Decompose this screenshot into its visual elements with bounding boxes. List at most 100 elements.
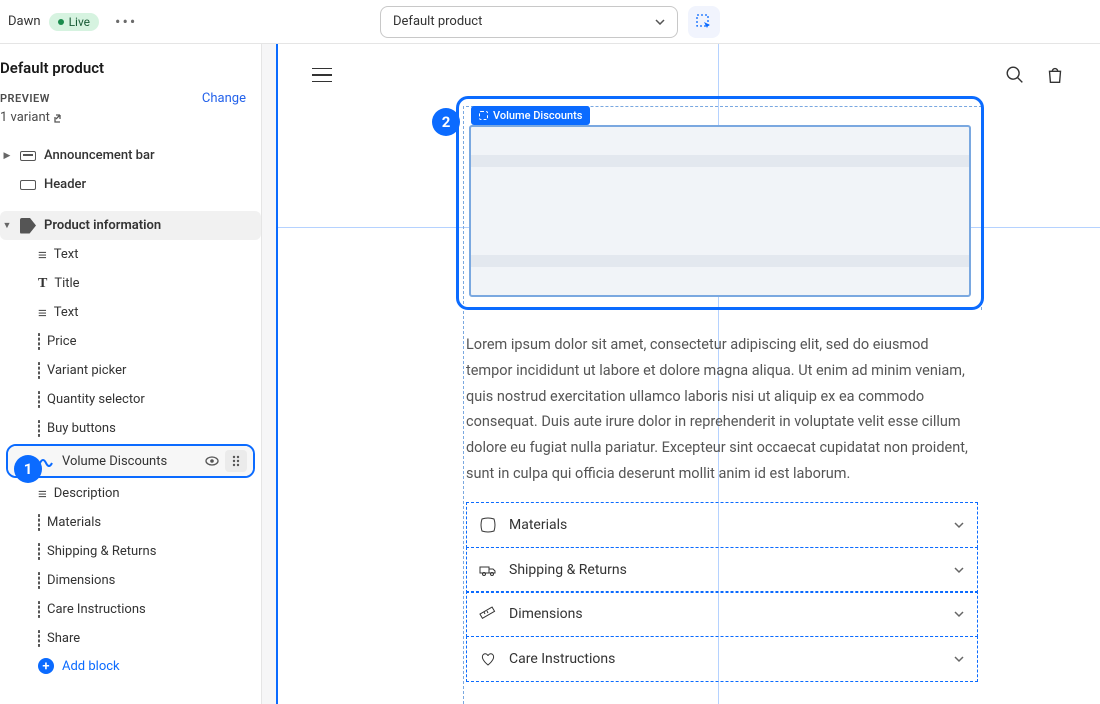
add-block-label: Add block <box>62 659 120 674</box>
block-description[interactable]: Description <box>0 479 261 508</box>
section-product-information[interactable]: ▼ Product information <box>0 211 261 240</box>
section-header[interactable]: Header <box>0 170 261 199</box>
page-title: Default product <box>0 59 246 77</box>
annotation-badge-2: 2 <box>432 108 460 136</box>
product-description: Lorem ipsum dolor sit amet, consectetur … <box>466 332 974 487</box>
topbar-center: Default product <box>380 6 720 38</box>
accordion-care[interactable]: Care Instructions <box>466 636 978 682</box>
app-block-icon <box>38 515 40 530</box>
accordion-label: Care Instructions <box>509 651 615 667</box>
inspector-button[interactable] <box>688 6 720 38</box>
announcement-icon <box>19 147 37 165</box>
block-text[interactable]: Text <box>0 240 261 269</box>
layout: Default product PREVIEW Change 1 variant… <box>0 44 1100 704</box>
more-menu-button[interactable]: ••• <box>107 8 145 35</box>
block-text[interactable]: Text <box>0 298 261 327</box>
app-block-icon <box>38 363 40 378</box>
section-announcement-bar[interactable]: ▶ Announcement bar <box>0 141 261 170</box>
truck-icon <box>479 561 497 579</box>
app-block-icon <box>38 421 40 436</box>
visibility-toggle-button[interactable] <box>201 450 223 472</box>
plus-circle-icon: + <box>38 658 54 674</box>
text-lines-icon <box>38 485 47 503</box>
block-quantity-selector[interactable]: Quantity selector <box>0 385 261 414</box>
block-care-instructions[interactable]: Care Instructions <box>0 595 261 624</box>
selection-label: Volume Discounts <box>493 109 582 122</box>
section-label: Announcement bar <box>44 148 155 163</box>
block-dimensions[interactable]: Dimensions <box>0 566 261 595</box>
block-materials[interactable]: Materials <box>0 508 261 537</box>
accordion-label: Materials <box>509 517 567 533</box>
preview-frame: Volume Discounts Lorem ipsum dolor sit a… <box>276 44 1100 704</box>
live-dot-icon <box>58 19 64 25</box>
sidebar: Default product PREVIEW Change 1 variant… <box>0 44 262 704</box>
title-t-icon: T <box>38 276 47 292</box>
topbar-left: Dawn Live ••• <box>8 8 145 35</box>
block-price[interactable]: Price <box>0 327 261 356</box>
search-icon[interactable] <box>1004 64 1026 86</box>
topbar: Dawn Live ••• Default product <box>0 0 1100 44</box>
block-label: Volume Discounts <box>62 454 167 469</box>
live-label: Live <box>69 15 90 29</box>
section-label: Header <box>44 177 86 192</box>
menu-button[interactable] <box>312 63 332 88</box>
accordion-label: Shipping & Returns <box>509 562 627 578</box>
theme-name: Dawn <box>8 14 41 29</box>
add-block-button[interactable]: + Add block <box>0 653 261 679</box>
accordion-label: Dimensions <box>509 606 583 622</box>
app-block-icon <box>38 544 40 559</box>
volume-discounts-selection-frame[interactable]: Volume Discounts <box>456 96 984 310</box>
template-select[interactable]: Default product <box>380 6 678 38</box>
block-buy-buttons[interactable]: Buy buttons <box>0 414 261 443</box>
collapsible-group: Materials Shipping & Returns Dimensions … <box>466 502 978 680</box>
preview-label: PREVIEW <box>0 92 50 105</box>
variant-text: 1 variant <box>0 110 50 125</box>
external-link-icon <box>54 113 64 123</box>
annotation-badge-1: 1 <box>14 455 42 483</box>
app-block-icon <box>38 573 40 588</box>
chevron-down-icon <box>953 610 965 618</box>
block-title[interactable]: TTitle <box>0 269 261 298</box>
accordion-materials[interactable]: Materials <box>466 502 978 548</box>
canvas: Volume Discounts Lorem ipsum dolor sit a… <box>262 44 1100 704</box>
app-block-icon <box>38 334 40 349</box>
bracket-icon <box>479 111 488 120</box>
drag-dots-icon <box>231 454 241 468</box>
leather-icon <box>479 516 497 534</box>
chevron-down-icon <box>953 655 965 663</box>
header-right <box>1004 64 1066 86</box>
tag-icon <box>19 217 37 235</box>
eye-icon <box>204 453 220 469</box>
ruler-icon <box>479 605 497 623</box>
app-block-icon <box>38 392 40 407</box>
app-block-icon <box>38 602 40 617</box>
block-share[interactable]: Share <box>0 624 261 653</box>
block-shipping-returns[interactable]: Shipping & Returns <box>0 537 261 566</box>
section-tree: ▶ Announcement bar Header ▼ Product info… <box>0 131 261 689</box>
text-lines-icon <box>38 246 47 264</box>
header-icon <box>19 176 37 194</box>
section-label: Product information <box>44 218 161 233</box>
accordion-dimensions[interactable]: Dimensions <box>466 591 978 637</box>
sidebar-header: Default product PREVIEW Change 1 variant <box>0 44 261 131</box>
selection-label-tag: Volume Discounts <box>471 106 590 125</box>
template-select-value: Default product <box>393 14 482 29</box>
variant-row[interactable]: 1 variant <box>0 110 246 125</box>
heart-icon <box>479 650 497 668</box>
caret-down-icon: ▼ <box>2 220 12 231</box>
change-link[interactable]: Change <box>202 91 246 106</box>
accordion-shipping[interactable]: Shipping & Returns <box>466 547 978 593</box>
text-lines-icon <box>38 304 47 322</box>
live-badge: Live <box>49 13 99 31</box>
caret-right-icon: ▶ <box>2 151 12 161</box>
block-actions <box>201 450 247 472</box>
chevron-down-icon <box>655 19 665 25</box>
cart-icon[interactable] <box>1044 64 1066 86</box>
drag-handle[interactable] <box>225 450 247 472</box>
inspector-icon <box>696 14 712 30</box>
block-variant-picker[interactable]: Variant picker <box>0 356 261 385</box>
block-volume-discounts-selected[interactable]: Volume Discounts <box>6 444 255 478</box>
app-block-icon <box>38 631 40 646</box>
volume-discounts-placeholder <box>469 125 971 297</box>
chevron-down-icon <box>953 521 965 529</box>
